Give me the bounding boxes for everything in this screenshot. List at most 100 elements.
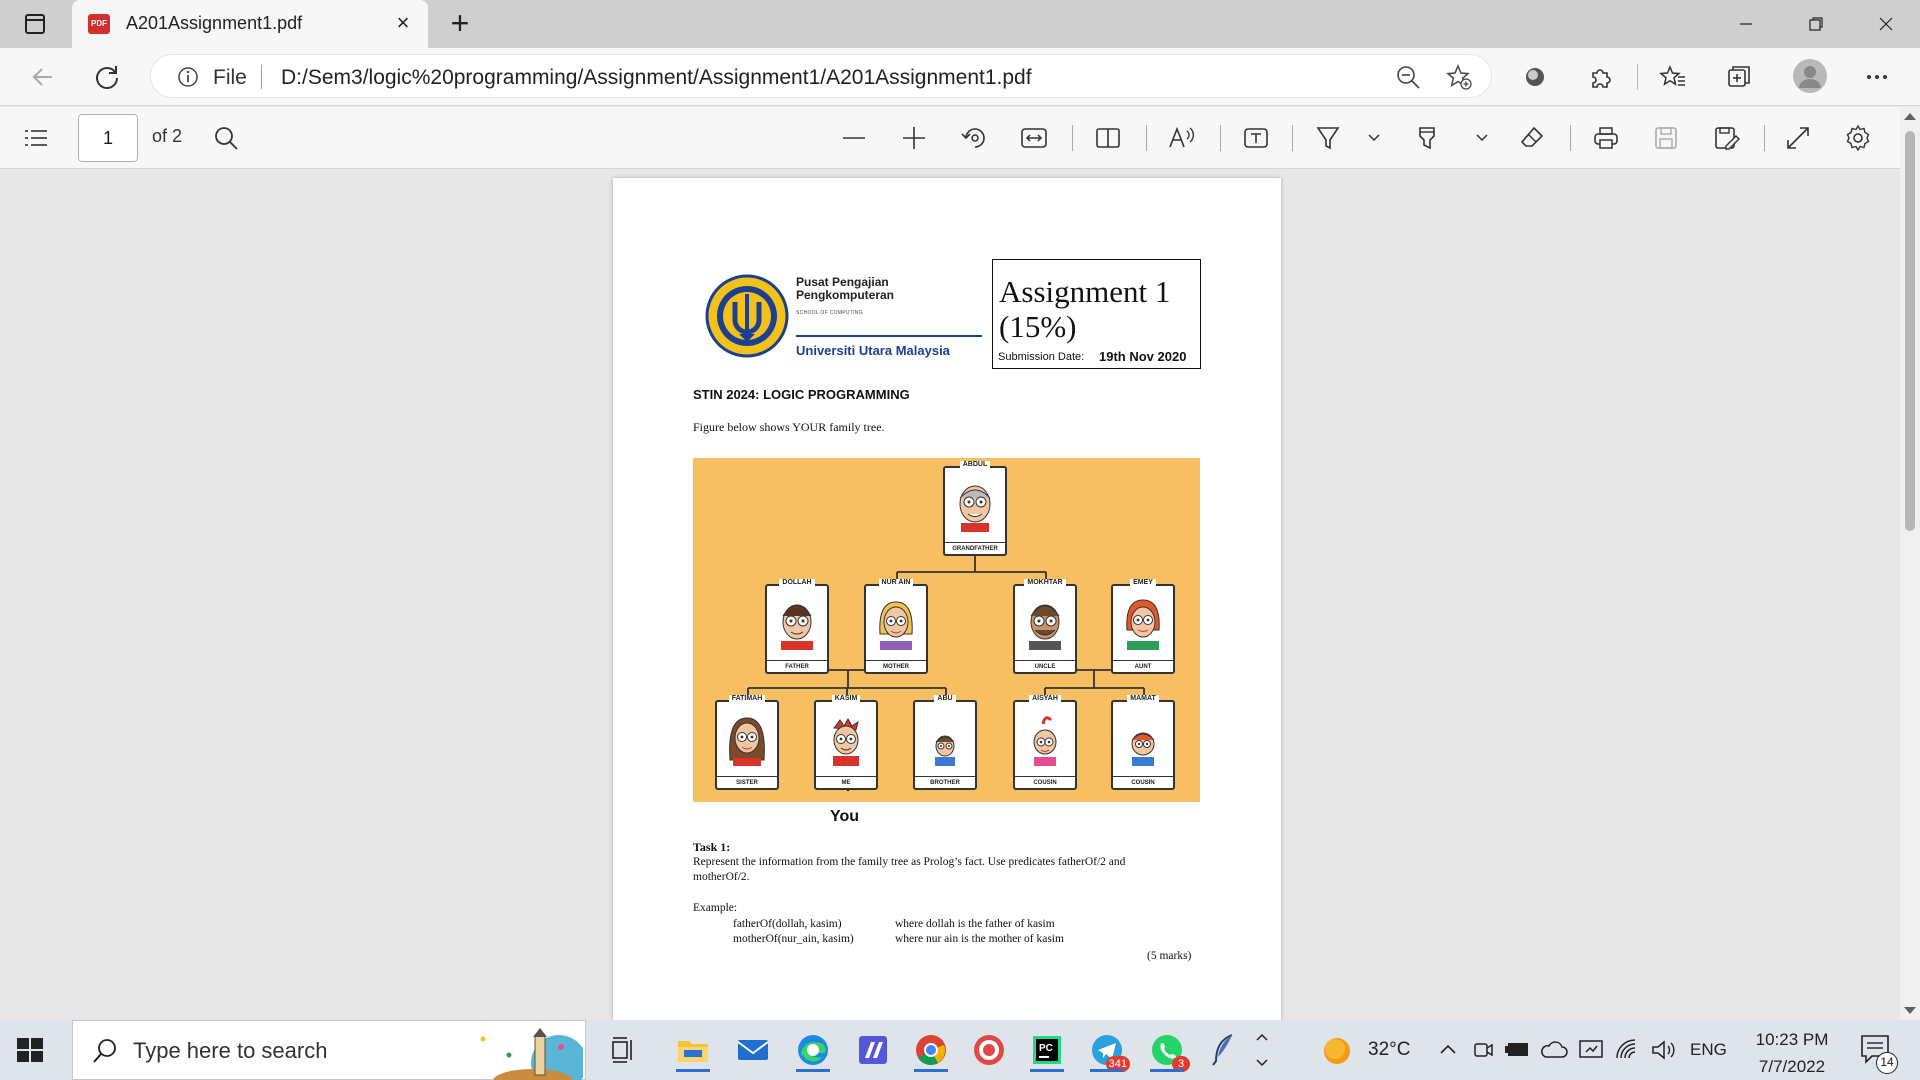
card-role: MOTHER: [866, 660, 926, 670]
scrollbar-thumb[interactable]: [1905, 131, 1915, 531]
family-tree-figure: ABDUL GRANDFATHER DOLLAH FATHER NUR AIN …: [693, 458, 1200, 802]
restore-button[interactable]: [1786, 0, 1846, 48]
page-number-input[interactable]: 1: [78, 114, 138, 162]
favorites-icon[interactable]: [1656, 60, 1690, 94]
active-indicator: [796, 1069, 830, 1072]
close-window-button[interactable]: [1856, 0, 1916, 48]
vertical-scrollbar[interactable]: [1900, 107, 1920, 1020]
meet-now-icon[interactable]: [1472, 1038, 1494, 1062]
extension-circle-icon[interactable]: [1518, 60, 1552, 94]
onedrive-cloud-icon[interactable]: [1540, 1038, 1568, 1062]
windows-start-icon[interactable]: [14, 1034, 46, 1066]
add-text-icon[interactable]: [1240, 122, 1272, 154]
rotate-icon[interactable]: [958, 122, 990, 154]
print-icon[interactable]: [1590, 122, 1622, 154]
card-role: FATHER: [767, 660, 827, 670]
profile-avatar[interactable]: [1790, 56, 1830, 96]
toolbar-divider: [1570, 125, 1571, 151]
task-view-icon[interactable]: [600, 1028, 646, 1072]
whatsapp-icon[interactable]: 3: [1144, 1028, 1190, 1072]
uncle-avatar-icon: [1029, 604, 1061, 650]
page-view-icon[interactable]: [1092, 122, 1124, 154]
battery-icon[interactable]: [1504, 1040, 1532, 1060]
info-icon[interactable]: [177, 66, 199, 88]
address-bar[interactable]: File D:/Sem3/logic%20programming/Assignm…: [150, 54, 1492, 98]
visual-studio-icon[interactable]: [850, 1028, 896, 1072]
save-icon[interactable]: [1650, 122, 1682, 154]
display-settings-icon[interactable]: [1578, 1038, 1604, 1062]
temperature[interactable]: 32°C: [1368, 1039, 1410, 1061]
chrome-icon[interactable]: [908, 1028, 954, 1072]
mail-icon[interactable]: [730, 1028, 776, 1072]
card-role: GRANDFATHER: [945, 542, 1005, 552]
edge-browser-icon[interactable]: [790, 1028, 836, 1072]
input-language[interactable]: ENG: [1690, 1040, 1727, 1060]
close-tab-icon[interactable]: ×: [392, 12, 414, 34]
aunt-avatar-icon: [1126, 599, 1160, 650]
clock-date: 7/7/2022: [1758, 1057, 1826, 1076]
school-name: Pusat Pengajian Pengkomputeran: [796, 276, 894, 302]
pycharm-icon[interactable]: PC: [1024, 1028, 1070, 1072]
extensions-icon[interactable]: [1584, 60, 1618, 94]
zoom-out-icon[interactable]: [838, 122, 870, 154]
scroll-down-icon[interactable]: [1904, 1007, 1916, 1014]
zoom-out-icon[interactable]: [1395, 64, 1421, 90]
tray-scroll-arrows[interactable]: [1250, 1028, 1274, 1072]
assignment-weight: (15%): [999, 309, 1077, 344]
highlight-icon[interactable]: [1412, 122, 1444, 154]
weather-sun-icon[interactable]: [1322, 1036, 1352, 1066]
search-icon[interactable]: [210, 122, 242, 154]
address-url[interactable]: D:/Sem3/logic%20programming/Assignment/A…: [281, 66, 1032, 90]
file-explorer-icon[interactable]: [670, 1028, 716, 1072]
settings-icon[interactable]: [1842, 122, 1874, 154]
fullscreen-icon[interactable]: [1782, 122, 1814, 154]
toolbar-divider: [1072, 125, 1073, 151]
zoom-in-icon[interactable]: [898, 122, 930, 154]
active-indicator: [914, 1069, 948, 1072]
fit-width-icon[interactable]: [1018, 122, 1050, 154]
screen-recorder-icon[interactable]: [966, 1028, 1012, 1072]
refresh-button[interactable]: [90, 60, 124, 94]
draw-icon[interactable]: [1312, 122, 1344, 154]
title-bar: PDF A201Assignment1.pdf × +: [0, 0, 1920, 48]
task-text-line1: Represent the information from the famil…: [693, 856, 1126, 868]
volume-icon[interactable]: [1650, 1038, 1676, 1062]
chevron-down-icon[interactable]: [1472, 122, 1492, 154]
contents-list-icon[interactable]: [20, 122, 52, 154]
tab-active[interactable]: PDF A201Assignment1.pdf ×: [72, 0, 428, 48]
wifi-icon[interactable]: [1614, 1038, 1640, 1062]
submission-date-label: Submission Date:: [998, 351, 1085, 363]
figure-caption: Figure below shows YOUR family tree.: [693, 420, 885, 434]
telegram-icon[interactable]: 341: [1084, 1028, 1130, 1072]
assignment-title: Assignment 1 (15%): [999, 274, 1170, 344]
taskbar-clock[interactable]: 10:23 PM 7/7/2022: [1744, 1026, 1840, 1080]
back-button[interactable]: [26, 60, 60, 94]
read-aloud-icon[interactable]: [1166, 122, 1198, 154]
example-1-desc: where dollah is the father of kasim: [895, 918, 1055, 930]
school-subtitle: SCHOOL OF COMPUTING: [796, 310, 863, 316]
quill-pen-icon[interactable]: [1200, 1028, 1246, 1072]
card-sister: FATIMAH SISTER: [715, 695, 779, 790]
chevron-up-icon[interactable]: [1438, 1040, 1458, 1060]
more-menu-icon[interactable]: [1860, 60, 1894, 94]
scroll-up-icon[interactable]: [1904, 113, 1916, 120]
minimize-button[interactable]: [1716, 0, 1776, 48]
new-tab-button[interactable]: +: [444, 7, 476, 40]
taskbar: Type here to search PC 341 3 32°C ENG 10…: [0, 1020, 1920, 1080]
page-total: of 2: [152, 126, 183, 146]
toolbar-divider: [1292, 125, 1293, 151]
card-me: KASIM ME: [814, 695, 878, 790]
collections-icon[interactable]: [1722, 60, 1756, 94]
notifications-button[interactable]: 14: [1858, 1032, 1898, 1074]
save-as-icon[interactable]: [1710, 122, 1742, 154]
card-role: COUSIN: [1113, 776, 1173, 786]
card-role: UNCLE: [1015, 660, 1075, 670]
search-placeholder: Type here to search: [133, 1038, 328, 1063]
me-avatar-icon: [833, 717, 859, 766]
eraser-icon[interactable]: [1516, 122, 1548, 154]
add-favorite-icon[interactable]: [1445, 63, 1473, 91]
taskbar-search-box[interactable]: Type here to search: [72, 1020, 586, 1080]
address-scheme: File: [213, 66, 247, 89]
chevron-down-icon[interactable]: [1364, 122, 1384, 154]
tab-actions-icon[interactable]: [20, 12, 50, 36]
